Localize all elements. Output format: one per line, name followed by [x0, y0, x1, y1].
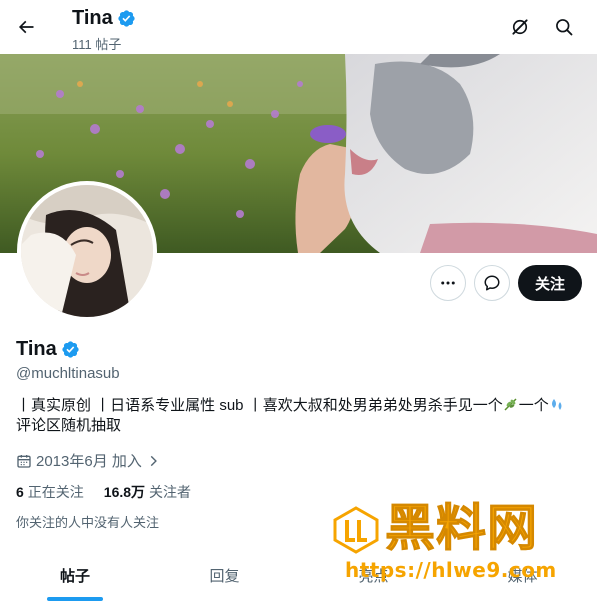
message-button[interactable]: [474, 265, 510, 301]
following-link[interactable]: 6 正在关注: [16, 482, 84, 502]
followers-link[interactable]: 16.8万 关注者: [104, 482, 191, 502]
following-label: 正在关注: [27, 484, 84, 500]
sweat-droplets-emoji: [551, 399, 562, 410]
back-arrow-icon: [18, 20, 34, 34]
bio-text-1: 丨真实原创 丨日语系专业属性 sub 丨喜欢大叔和处男弟弟处男杀手见一个: [16, 397, 503, 414]
header-title: Tina: [72, 7, 136, 30]
tab-posts[interactable]: 帖子: [0, 548, 150, 602]
search-button[interactable]: [546, 9, 582, 45]
message-icon: [484, 275, 500, 291]
joined-text: 2013年6月 加入: [36, 453, 142, 470]
back-button[interactable]: [8, 9, 44, 45]
following-count: 6: [16, 484, 24, 500]
avatar-image: [21, 185, 153, 317]
tab-replies[interactable]: 回复: [150, 548, 299, 602]
verified-badge-icon: [118, 10, 135, 27]
search-icon: [556, 19, 573, 36]
bio-text-3: 评论区随机抽取: [16, 417, 122, 434]
grok-icon: [512, 19, 528, 35]
followers-label: 关注者: [149, 484, 192, 500]
verified-badge-icon: [62, 341, 79, 358]
more-button[interactable]: [430, 265, 466, 301]
calendar-icon: [17, 454, 31, 468]
watermark-logo: [333, 506, 379, 554]
more-icon: [441, 281, 455, 285]
grok-button[interactable]: [502, 9, 538, 45]
profile-name-row: Tina: [16, 338, 80, 361]
joined-date[interactable]: 2013年6月 加入: [16, 450, 160, 471]
profile-name: Tina: [16, 338, 57, 360]
herb-emoji: [504, 398, 517, 411]
follow-stats: 6 正在关注 16.8万 关注者: [16, 482, 191, 502]
followers-count: 16.8万: [103, 484, 146, 500]
tab-highlights[interactable]: 亮点: [299, 548, 448, 602]
header-name: Tina: [72, 7, 113, 29]
profile-handle: @muchltinasub: [16, 365, 120, 382]
profile-bio: 丨真实原创 丨日语系专业属性 sub 丨喜欢大叔和处男弟弟处男杀手见一个 一个 …: [16, 396, 581, 436]
post-count: 111 帖子: [72, 37, 122, 52]
tab-media[interactable]: 媒体: [448, 548, 597, 602]
profile-tabs: 帖子 回复 亮点 媒体: [0, 548, 597, 602]
profile-header: Tina 111 帖子: [0, 0, 597, 54]
mutual-followers-note: 你关注的人中没有人关注: [16, 515, 160, 530]
active-tab-indicator: [47, 597, 103, 601]
profile-avatar[interactable]: [17, 181, 157, 321]
chevron-right-icon: [150, 455, 157, 466]
follow-button[interactable]: 关注: [518, 265, 582, 301]
bio-text-2: 一个: [518, 397, 549, 414]
